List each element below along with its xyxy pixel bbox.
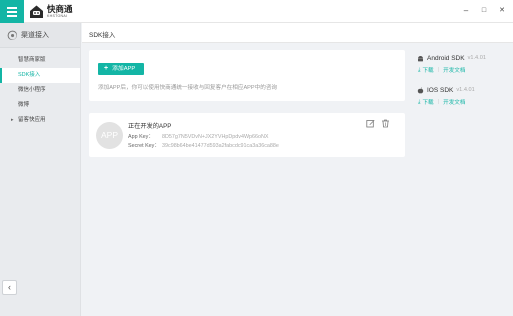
- app-avatar: APP: [96, 122, 123, 149]
- ios-docs-link[interactable]: 开发文档: [443, 98, 465, 106]
- download-icon: ⤓: [418, 66, 421, 73]
- android-download-link[interactable]: 下载: [422, 66, 433, 74]
- sidebar: 渠道接入 智慧商家版 SDK接入 微信小程序 微博 ▸ 留客快应用 ‹: [0, 23, 81, 316]
- secret-key-row: Secret Key： 39c98b64be41477d593a2fabcdc91…: [128, 141, 279, 149]
- maximize-button[interactable]: □: [478, 5, 490, 17]
- edit-icon[interactable]: [366, 119, 375, 128]
- download-icon: ⤓: [418, 98, 421, 105]
- app-name: 快商通: [47, 3, 73, 14]
- ios-sdk-block: IOS SDK v1.4.01 ⤓ 下载 | 开发文档: [417, 85, 509, 106]
- app-subtitle: KHSTONAI: [47, 13, 68, 18]
- app-key-value: 8D57g7N5VDvN+JX2YVHpDpdv4Wp66oNX: [162, 134, 269, 140]
- ios-download-link[interactable]: 下载: [422, 98, 433, 106]
- sidebar-item-label: 智慧商家版: [18, 57, 46, 63]
- ios-sdk-name: IOS SDK: [427, 86, 454, 94]
- sidebar-item-label: SDK接入: [18, 72, 41, 78]
- close-button[interactable]: ✕: [496, 5, 508, 17]
- collapse-sidebar-button[interactable]: ‹: [2, 280, 17, 295]
- app-key-label: App Key：: [128, 134, 154, 140]
- sidebar-item-weibo[interactable]: 微博: [0, 98, 80, 113]
- link-divider: |: [437, 67, 440, 73]
- content-header: SDK接入: [82, 23, 513, 43]
- caret-right-icon: ▸: [11, 117, 14, 123]
- menu-line: [7, 15, 17, 17]
- add-app-card: + 添加APP 添加APP后，你可以使用快商通统一接收与回复客户在相应APP中的咨…: [89, 50, 405, 101]
- sidebar-header[interactable]: 渠道接入: [0, 23, 80, 48]
- apple-icon: [417, 87, 424, 93]
- sidebar-item-sdk[interactable]: SDK接入: [0, 68, 80, 83]
- trash-icon[interactable]: [381, 119, 390, 128]
- add-app-button[interactable]: + 添加APP: [98, 63, 144, 75]
- plus-icon: +: [104, 65, 109, 72]
- page-title: SDK接入: [89, 32, 116, 39]
- ios-sdk-version: v1.4.01: [456, 87, 475, 93]
- channel-icon: [7, 30, 17, 40]
- app-card-name: 正在开发的APP: [128, 123, 172, 130]
- android-sdk-block: Android SDK v1.4.01 ⤓ 下载 | 开发文档: [417, 53, 509, 74]
- menu-line: [7, 11, 17, 13]
- sidebar-list: 智慧商家版 SDK接入 微信小程序 微博 ▸ 留客快应用: [0, 48, 80, 128]
- secret-key-label: Secret Key：: [128, 143, 160, 149]
- app-logo: 快商通 KHSTONAI: [29, 3, 73, 20]
- android-sdk-name: Android SDK: [427, 54, 465, 62]
- link-divider: |: [437, 99, 440, 105]
- android-icon: [418, 55, 423, 61]
- sidebar-item-wechat-miniprogram[interactable]: 微信小程序: [0, 83, 80, 98]
- android-sdk-version: v1.4.01: [467, 55, 486, 61]
- add-app-label: 添加APP: [112, 66, 136, 72]
- sidebar-item-label: 留客快应用: [18, 117, 46, 123]
- sidebar-item-quick-app[interactable]: ▸ 留客快应用: [0, 113, 80, 128]
- app-key-row: App Key： 8D57g7N5VDvN+JX2YVHpDpdv4Wp66oNX: [128, 132, 269, 140]
- menu-line: [7, 7, 17, 9]
- sidebar-item-label: 微信小程序: [18, 87, 46, 93]
- sidebar-item-label: 微博: [18, 102, 30, 108]
- sidebar-item-smart-merchant[interactable]: 智慧商家版: [0, 53, 80, 68]
- sidebar-header-label: 渠道接入: [21, 32, 49, 39]
- minimize-button[interactable]: –: [460, 5, 472, 17]
- title-bar: 快商通 KHSTONAI – □ ✕: [0, 0, 513, 23]
- secret-key-value: 39c98b64be41477d593a2fabcdc91ca3a36ca88e: [162, 143, 279, 149]
- logo-icon: [30, 5, 43, 18]
- app-card: APP 正在开发的APP App Key： 8D57g7N5VDvN+JX2YVH…: [89, 113, 405, 157]
- intro-text: 添加APP后，你可以使用快商通统一接收与回复客户在相应APP中的咨询: [98, 85, 278, 91]
- hamburger-menu-button[interactable]: [0, 0, 24, 23]
- android-docs-link[interactable]: 开发文档: [443, 66, 465, 74]
